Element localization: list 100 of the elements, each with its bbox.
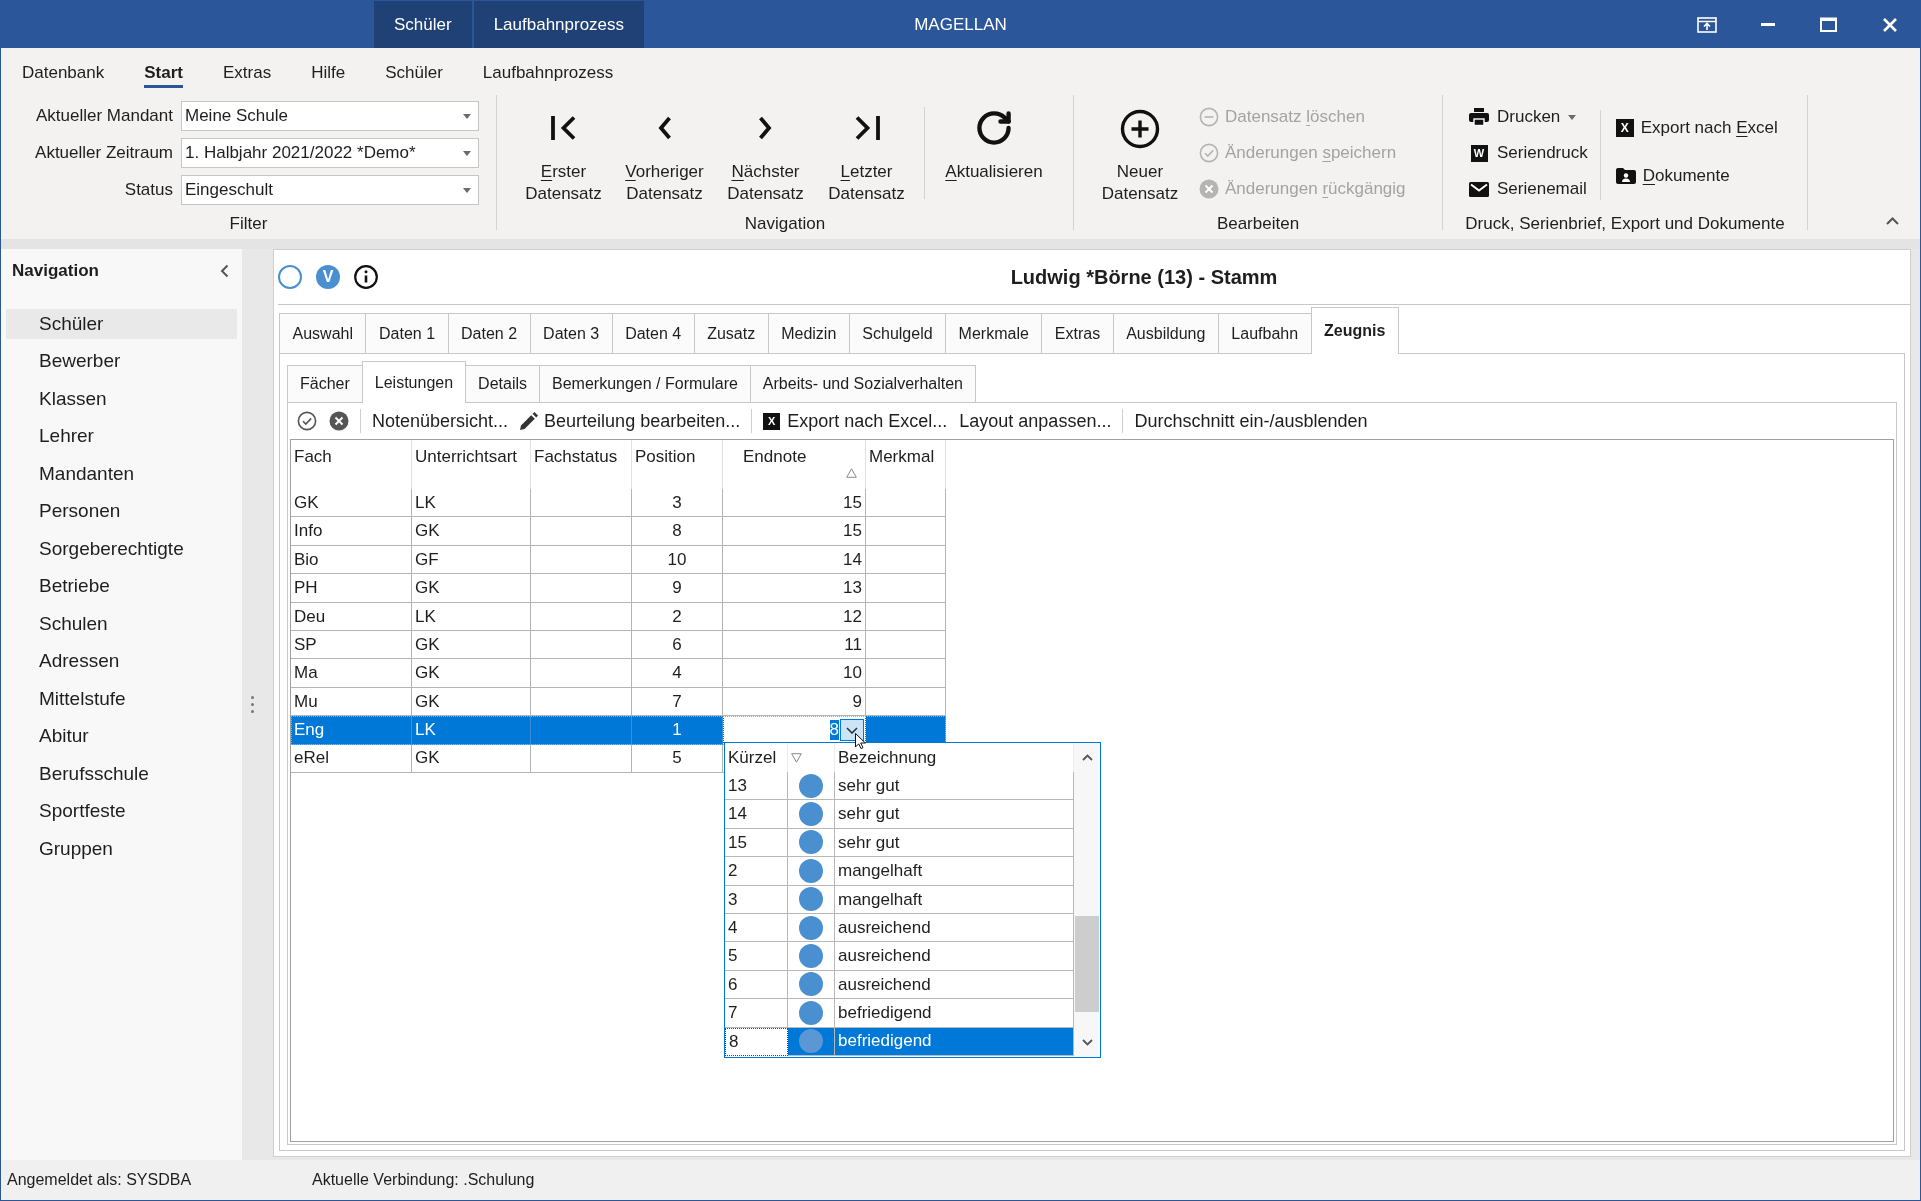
list-row[interactable]: 4 ausreichend bbox=[725, 913, 1074, 943]
ribbon-button[interactable]: Letzter Datensatz bbox=[816, 90, 917, 208]
tab[interactable]: Arbeits- und Sozialverhalten bbox=[749, 365, 976, 402]
nav-item[interactable]: Berufsschule bbox=[6, 759, 237, 789]
ribbon-button[interactable]: Neuer Datensatz bbox=[1091, 90, 1189, 208]
table-row[interactable]: Mu GK 7 9 bbox=[291, 687, 946, 717]
tab[interactable]: Medizin bbox=[767, 313, 850, 353]
table-row[interactable]: Bio GF 10 14 bbox=[291, 545, 946, 575]
tab[interactable]: Ausbildung bbox=[1112, 313, 1219, 353]
context-tab[interactable]: Laufbahnprozess bbox=[473, 1, 645, 48]
list-row[interactable]: 13 sehr gut bbox=[725, 772, 1074, 801]
collapse-icon[interactable] bbox=[1886, 217, 1899, 225]
table-row[interactable]: Info GK 8 15 bbox=[291, 517, 946, 546]
column-header[interactable]: Merkmal bbox=[869, 446, 935, 489]
tab[interactable]: Daten 4 bbox=[611, 313, 695, 353]
ribbon-tab[interactable]: Laufbahnprozess bbox=[462, 63, 634, 88]
table-row[interactable]: Ma GK 4 10 bbox=[291, 659, 946, 688]
ribbon-tab[interactable]: Hilfe bbox=[291, 63, 366, 88]
tab[interactable]: Laufbahn bbox=[1217, 313, 1312, 353]
toolbar-button[interactable]: Beurteilung bearbeiten... bbox=[515, 407, 746, 435]
tab[interactable]: Zusatz bbox=[693, 313, 769, 353]
scrollbar[interactable] bbox=[1074, 743, 1100, 1057]
scrollbar-thumb[interactable] bbox=[1075, 916, 1099, 1012]
panel-title: Navigation bbox=[12, 260, 100, 283]
grip-icon[interactable] bbox=[251, 696, 254, 713]
grade-editor-field[interactable]: 8 bbox=[723, 716, 866, 745]
tab[interactable]: Schulgeld bbox=[848, 313, 947, 353]
nav-item[interactable]: Mandanten bbox=[6, 459, 237, 489]
sort-arrow-icon[interactable] bbox=[791, 752, 802, 763]
tab[interactable]: Merkmale bbox=[945, 313, 1043, 353]
tab[interactable]: Auswahl bbox=[279, 313, 367, 353]
table-row[interactable]: PH GK 9 13 bbox=[291, 574, 946, 603]
tab[interactable]: Daten 3 bbox=[529, 313, 613, 353]
list-row[interactable]: 8 befriedigend bbox=[725, 1027, 1074, 1056]
column-header[interactable]: Fachstatus bbox=[534, 446, 618, 489]
nav-item[interactable]: Gruppen bbox=[6, 834, 237, 864]
list-cell: sehr gut bbox=[835, 828, 1074, 858]
combo-box[interactable]: Meine Schule bbox=[181, 101, 479, 131]
tab[interactable]: Zeugnis bbox=[1310, 307, 1399, 354]
ribbon-button[interactable]: Erster Datensatz bbox=[513, 90, 614, 208]
tab[interactable]: Daten 1 bbox=[365, 313, 449, 353]
nav-item[interactable]: Betriebe bbox=[6, 571, 237, 602]
toolbar-button[interactable]: Durchschnitt ein-/ausblenden bbox=[1129, 407, 1373, 435]
toolbar-button[interactable]: Layout anpassen... bbox=[954, 407, 1117, 435]
ribbon-button[interactable]: Dokumente bbox=[1615, 163, 1778, 189]
nav-item[interactable]: Sorgeberechtigte bbox=[6, 534, 237, 564]
combo-box[interactable]: Eingeschult bbox=[181, 175, 479, 205]
list-row[interactable]: 14 sehr gut bbox=[725, 800, 1074, 829]
list-row[interactable]: 5 ausreichend bbox=[725, 942, 1074, 971]
nav-item[interactable]: Mittelstufe bbox=[6, 684, 237, 714]
column-header[interactable]: Unterrichtsart bbox=[415, 446, 518, 489]
nav-item[interactable]: Adressen bbox=[6, 646, 237, 677]
nav-item[interactable]: Personen bbox=[6, 496, 237, 527]
column-header[interactable]: Bezeichnung bbox=[838, 744, 937, 771]
column-header[interactable]: Kürzel bbox=[728, 744, 777, 771]
nav-item[interactable]: Schüler bbox=[6, 309, 237, 339]
table-row[interactable]: Eng LK 1 8 bbox=[291, 716, 946, 745]
nav-item[interactable]: Abitur bbox=[6, 721, 237, 752]
nav-item[interactable]: Lehrer bbox=[6, 421, 237, 452]
list-row[interactable]: 6 ausreichend bbox=[725, 970, 1074, 1000]
collapse-icon[interactable] bbox=[220, 264, 229, 278]
toolbar-button[interactable]: Notenübersicht... bbox=[367, 407, 514, 435]
list-row[interactable]: 2 mangelhaft bbox=[725, 857, 1074, 886]
ribbon-button[interactable]: Nächster Datensatz bbox=[715, 90, 816, 208]
caret-icon bbox=[463, 187, 471, 193]
tab[interactable]: Fächer bbox=[287, 365, 363, 402]
nav-item[interactable]: Schulen bbox=[6, 609, 237, 639]
tab[interactable]: Details bbox=[465, 365, 540, 402]
ribbon-tab[interactable]: Start bbox=[124, 63, 203, 88]
tab[interactable]: Leistungen bbox=[361, 361, 467, 403]
table-row[interactable]: GK LK 3 15 bbox=[291, 489, 946, 518]
ribbon-button[interactable]: Serienemail bbox=[1469, 176, 1588, 202]
combo-box[interactable]: 1. Halbjahr 2021/2022 *Demo* bbox=[181, 138, 479, 168]
ribbon-button[interactable]: W Seriendruck bbox=[1469, 140, 1588, 166]
nav-item[interactable]: Sportfeste bbox=[6, 796, 237, 827]
tab[interactable]: Extras bbox=[1041, 313, 1114, 353]
table-cell: 4 bbox=[632, 659, 723, 688]
list-row[interactable]: 15 sehr gut bbox=[725, 828, 1074, 858]
ribbon-button[interactable]: Aktualisieren bbox=[931, 90, 1057, 208]
list-row[interactable]: 3 mangelhaft bbox=[725, 885, 1074, 914]
ribbon-button[interactable]: Drucken bbox=[1469, 104, 1588, 130]
sort-arrow-icon[interactable] bbox=[846, 468, 857, 478]
tab[interactable]: Daten 2 bbox=[447, 313, 531, 353]
ribbon-tab[interactable]: Schüler bbox=[365, 63, 463, 88]
ribbon-button[interactable]: X Export nach Excel bbox=[1615, 115, 1778, 141]
column-header[interactable]: Position bbox=[635, 446, 696, 489]
column-header[interactable]: Fach bbox=[294, 446, 332, 489]
table-row[interactable]: SP GK 6 11 bbox=[291, 630, 946, 660]
toolbar-button[interactable]: X Export nach Excel... bbox=[758, 407, 953, 435]
context-tab[interactable]: Schüler bbox=[374, 1, 472, 48]
nav-item[interactable]: Klassen bbox=[6, 384, 237, 414]
tab[interactable]: Bemerkungen / Formulare bbox=[539, 365, 751, 402]
ribbon-tab[interactable]: Datenbank bbox=[2, 63, 125, 88]
group-label: Filter bbox=[229, 214, 268, 234]
nav-item[interactable]: Bewerber bbox=[6, 346, 237, 377]
column-header[interactable]: Endnote bbox=[743, 446, 807, 489]
table-row[interactable]: Deu LK 2 12 bbox=[291, 602, 946, 631]
ribbon-tab[interactable]: Extras bbox=[202, 63, 292, 88]
list-row[interactable]: 7 befriedigend bbox=[725, 999, 1074, 1028]
ribbon-button[interactable]: Vorheriger Datensatz bbox=[614, 90, 715, 208]
